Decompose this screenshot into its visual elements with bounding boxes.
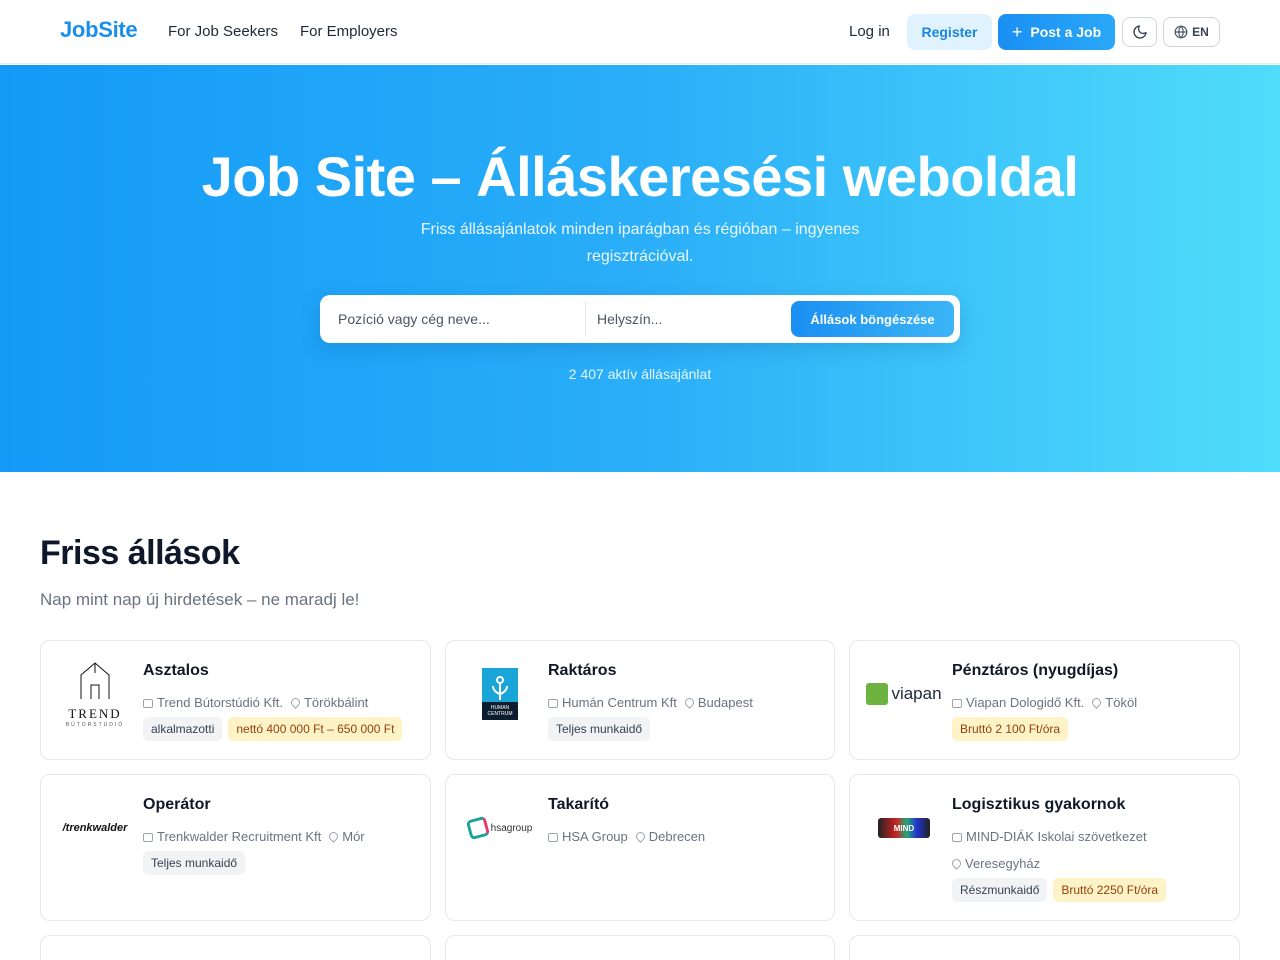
job-card[interactable]: hsagroup Takarító HSA Group Debrecen bbox=[445, 774, 835, 921]
job-tags: Bruttó 2 100 Ft/óra bbox=[952, 717, 1069, 741]
employment-type-tag: Teljes munkaidő bbox=[143, 851, 246, 875]
section-subtitle: Nap mint nap új hirdetések – ne maradj l… bbox=[40, 590, 360, 609]
job-meta: MIND-DIÁK Iskolai szövetkezet Veresegyház bbox=[950, 823, 1232, 877]
job-title: Asztalos bbox=[143, 662, 209, 679]
location-pin-icon bbox=[633, 830, 647, 843]
language-button[interactable]: EN bbox=[1163, 17, 1220, 47]
company-name: Humán Centrum Kft bbox=[562, 695, 677, 710]
briefcase-icon bbox=[143, 833, 153, 842]
job-location: Veresegyház bbox=[965, 856, 1041, 871]
employment-type-tag: Teljes munkaidő bbox=[548, 717, 651, 741]
job-tags: alkalmazotti nettó 400 000 Ft – 650 000 … bbox=[143, 717, 403, 741]
trenkwalder-logo: /trenkwalder bbox=[62, 822, 128, 834]
section-title: Friss állások bbox=[40, 534, 240, 572]
job-tags: Teljes munkaidő bbox=[143, 851, 246, 875]
job-meta: Trend Bútorstúdió Kft. Törökbálint bbox=[143, 689, 423, 716]
company-name: MIND-DIÁK Iskolai szövetkezet bbox=[966, 829, 1147, 844]
job-title: Operátor bbox=[143, 796, 211, 813]
job-title: Raktáros bbox=[548, 662, 617, 679]
post-job-button[interactable]: + Post a Job bbox=[998, 14, 1115, 50]
location-pin-icon bbox=[327, 830, 341, 843]
nav-link-job-seekers[interactable]: For Job Seekers bbox=[168, 23, 278, 40]
login-link[interactable]: Log in bbox=[849, 23, 890, 40]
globe-icon bbox=[1174, 25, 1188, 39]
location-pin-icon bbox=[289, 696, 302, 709]
job-location: Debrecen bbox=[648, 829, 706, 844]
search-bar: Állások böngészése bbox=[320, 295, 960, 343]
briefcase-icon bbox=[952, 833, 962, 842]
location-pin-icon bbox=[1090, 696, 1104, 709]
location-pin-icon bbox=[683, 696, 696, 709]
job-card[interactable]: viapan Pénztáros (nyugdíjas) Viapan Dolo… bbox=[849, 640, 1240, 760]
hero-subtitle: Friss állásajánlatok minden iparágban és… bbox=[420, 221, 860, 265]
job-meta: Humán Centrum Kft Budapest bbox=[548, 689, 828, 716]
briefcase-icon bbox=[143, 699, 153, 708]
active-jobs-count: 2 407 aktív állásajánlat bbox=[568, 366, 712, 382]
salary-tag: Bruttó 2250 Ft/óra bbox=[1053, 878, 1167, 902]
job-card[interactable] bbox=[849, 935, 1240, 960]
post-job-label: Post a Job bbox=[1030, 24, 1102, 40]
salary-tag: nettó 400 000 Ft – 650 000 Ft bbox=[228, 717, 403, 741]
search-divider bbox=[585, 301, 586, 337]
register-button[interactable]: Register bbox=[907, 14, 992, 50]
job-title: Logisztikus gyakornok bbox=[952, 796, 1126, 813]
trend-logo: TREND BÚTORSTÚDIÓ bbox=[57, 659, 133, 729]
nav-link-employers[interactable]: For Employers bbox=[300, 23, 398, 40]
moon-icon bbox=[1132, 25, 1147, 39]
company-name: HSA Group bbox=[562, 829, 628, 844]
job-tags: Részmunkaidő Bruttó 2250 Ft/óra bbox=[952, 878, 1167, 902]
job-card[interactable] bbox=[40, 935, 431, 960]
viapan-logo: viapan bbox=[866, 659, 942, 729]
hsa-group-logo: hsagroup bbox=[462, 793, 538, 863]
theme-toggle-button[interactable] bbox=[1122, 17, 1157, 47]
mind-diak-logo: MIND bbox=[866, 793, 942, 863]
job-card[interactable]: MIND Logisztikus gyakornok MIND-DIÁK Isk… bbox=[849, 774, 1240, 921]
hero-banner: Job Site – Álláskeresési weboldal Friss … bbox=[0, 65, 1280, 472]
briefcase-icon bbox=[548, 833, 558, 842]
briefcase-icon bbox=[548, 699, 558, 708]
job-location: Mór bbox=[342, 829, 365, 844]
job-location: Budapest bbox=[697, 695, 753, 710]
job-tags: Teljes munkaidő bbox=[548, 717, 651, 741]
employment-type-tag: alkalmazotti bbox=[143, 717, 223, 741]
job-card[interactable]: /trenkwalder Operátor Trenkwalder Recrui… bbox=[40, 774, 431, 921]
location-pin-icon bbox=[950, 857, 963, 870]
browse-jobs-button[interactable]: Állások böngészése bbox=[791, 301, 954, 337]
plus-icon: + bbox=[1011, 22, 1023, 42]
job-card[interactable] bbox=[445, 935, 835, 960]
hero-title: Job Site – Álláskeresési weboldal bbox=[201, 145, 1079, 208]
language-label: EN bbox=[1192, 25, 1209, 39]
briefcase-icon bbox=[952, 699, 962, 708]
job-meta: Trenkwalder Recruitment Kft Mór bbox=[143, 823, 423, 850]
site-logo[interactable]: JobSite bbox=[60, 17, 138, 43]
salary-tag: Bruttó 2 100 Ft/óra bbox=[952, 717, 1069, 741]
location-search-input[interactable] bbox=[597, 303, 787, 335]
company-name: Trend Bútorstúdió Kft. bbox=[157, 695, 283, 710]
job-card[interactable]: HUMAN CENTRUM Raktáros Humán Centrum Kft B… bbox=[445, 640, 835, 760]
job-meta: Viapan Dologidő Kft. Tököl bbox=[952, 689, 1232, 716]
company-name: Viapan Dologidő Kft. bbox=[966, 695, 1085, 710]
position-search-input[interactable] bbox=[338, 303, 578, 335]
job-location: Törökbálint bbox=[303, 695, 369, 710]
job-title: Pénztáros (nyugdíjas) bbox=[952, 662, 1119, 679]
job-meta: HSA Group Debrecen bbox=[548, 823, 828, 850]
human-centrum-logo: HUMAN CENTRUM bbox=[462, 659, 538, 729]
top-navbar: JobSite For Job Seekers For Employers Lo… bbox=[0, 0, 1280, 64]
company-name: Trenkwalder Recruitment Kft bbox=[157, 829, 322, 844]
job-card[interactable]: TREND BÚTORSTÚDIÓ Asztalos Trend Bútorst… bbox=[40, 640, 431, 760]
job-location: Tököl bbox=[1105, 695, 1138, 710]
employment-type-tag: Részmunkaidő bbox=[952, 878, 1048, 902]
job-title: Takarító bbox=[548, 796, 610, 813]
